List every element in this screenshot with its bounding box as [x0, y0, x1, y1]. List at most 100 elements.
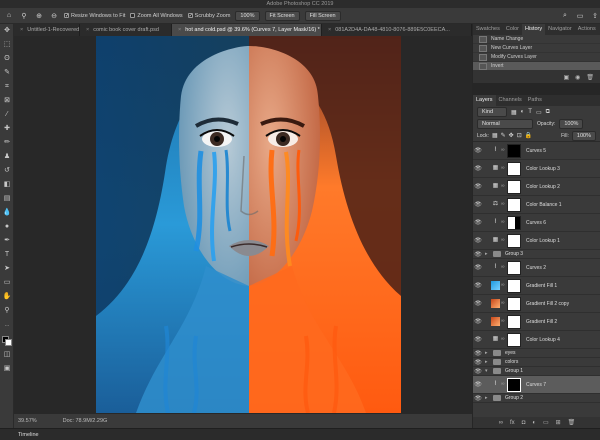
path-select-tool-icon[interactable]: ➤ [2, 264, 12, 274]
home-icon[interactable]: ⌂ [4, 11, 14, 21]
lock-all-icon[interactable]: 🔒 [525, 132, 532, 139]
resize-windows-checkbox[interactable]: ✓ Resize Windows to Fit [64, 13, 125, 19]
group-row[interactable]: 👁 ▸ eyes [473, 349, 600, 358]
fill-screen-button[interactable]: Fill Screen [304, 10, 341, 21]
group-row[interactable]: 👁 ▸ Group 3 [473, 250, 600, 259]
dodge-tool-icon[interactable]: ● [2, 222, 12, 232]
layer-style-icon[interactable]: fx [510, 420, 515, 426]
layer-row[interactable]: 👁 ∞ Gradient Fill 1 [473, 277, 600, 295]
visibility-eye-icon[interactable]: 👁 [473, 147, 483, 154]
layer-mask-thumbnail[interactable] [507, 332, 521, 347]
eraser-tool-icon[interactable]: ◧ [2, 180, 12, 190]
layer-row-selected[interactable]: 👁 ⌇ ∞ Curves 7 [473, 376, 600, 394]
frame-tool-icon[interactable]: ⊠ [2, 96, 12, 106]
visibility-eye-icon[interactable]: 👁 [473, 318, 483, 325]
doc-size-readout[interactable]: Doc: 78.9M/2.29G [63, 418, 108, 424]
lasso-tool-icon[interactable]: ʘ [2, 54, 12, 64]
expand-arrow-icon[interactable]: ▸ [485, 359, 491, 365]
group-row[interactable]: 👁 ▸ Group 2 [473, 394, 600, 403]
group-row[interactable]: 👁 ▾ Group 1 [473, 367, 600, 376]
visibility-eye-icon[interactable]: 👁 [473, 183, 483, 190]
move-tool-icon[interactable]: ✥ [2, 26, 12, 36]
layer-mask-thumbnail[interactable] [507, 296, 521, 311]
layer-row[interactable]: 👁 ▦ ∞ Color Lookup 1 [473, 232, 600, 250]
filter-adjustment-icon[interactable]: ◐ [521, 109, 525, 115]
visibility-eye-icon[interactable]: 👁 [473, 251, 483, 258]
layer-row[interactable]: 👁 ⌇ ∞ Curves 5 [473, 142, 600, 160]
share-icon[interactable]: ⇪ [590, 11, 600, 21]
close-icon[interactable]: × [178, 27, 181, 33]
layer-row[interactable]: 👁 ⌇ ∞ Curves 6 [473, 214, 600, 232]
trash-icon[interactable]: 🗑 [586, 74, 594, 81]
visibility-eye-icon[interactable]: 👁 [473, 359, 483, 366]
zoom-all-checkbox[interactable]: Zoom All Windows [130, 13, 183, 19]
blend-mode-select[interactable]: Normal [477, 119, 533, 129]
zoom-tool-icon[interactable]: ⚲ [19, 11, 29, 21]
visibility-eye-icon[interactable]: 👁 [473, 395, 483, 402]
close-icon[interactable]: × [328, 27, 331, 33]
tab-navigator[interactable]: Navigator [545, 24, 575, 35]
add-mask-icon[interactable]: ◘ [522, 420, 526, 426]
visibility-eye-icon[interactable]: 👁 [473, 201, 483, 208]
timeline-tab[interactable]: Timeline [18, 432, 39, 438]
fit-screen-button[interactable]: Fit Screen [264, 10, 300, 21]
expand-arrow-icon[interactable]: ▸ [485, 395, 491, 401]
visibility-eye-icon[interactable]: 👁 [473, 381, 483, 388]
crop-tool-icon[interactable]: ⌗ [2, 82, 12, 92]
history-item[interactable]: New Curves Layer [473, 44, 600, 53]
layer-mask-thumbnail[interactable] [507, 278, 521, 293]
screen-mode-icon[interactable]: ▣ [2, 364, 12, 374]
marquee-tool-icon[interactable]: ⬚ [2, 40, 12, 50]
zoom-100-button[interactable]: 100% [235, 10, 260, 21]
tab-paths[interactable]: Paths [525, 95, 545, 106]
filter-type-icon[interactable]: T [528, 109, 532, 115]
filter-shape-icon[interactable]: ▭ [536, 109, 542, 116]
layer-row[interactable]: 👁 ⚖ ∞ Color Balance 1 [473, 196, 600, 214]
healing-brush-icon[interactable]: ✚ [2, 124, 12, 134]
opacity-field[interactable]: 100% [559, 119, 584, 129]
zoom-in-icon[interactable]: ⊕ [34, 11, 44, 21]
expand-arrow-icon[interactable]: ▸ [485, 350, 491, 356]
history-item[interactable]: Modify Curves Layer [473, 53, 600, 62]
new-group-icon[interactable]: ▭ [543, 419, 549, 426]
layer-mask-thumbnail[interactable] [507, 143, 521, 158]
visibility-eye-icon[interactable]: 👁 [473, 237, 483, 244]
doc-tab[interactable]: × comic book cover draft.psd [80, 24, 172, 36]
tab-swatches[interactable]: Swatches [473, 24, 503, 35]
blur-tool-icon[interactable]: 💧 [2, 208, 12, 218]
layer-mask-thumbnail[interactable] [507, 197, 521, 212]
quick-select-tool-icon[interactable]: ✎ [2, 68, 12, 78]
document-canvas-image[interactable] [96, 36, 401, 413]
zoom-readout[interactable]: 39.57% [18, 418, 37, 424]
layer-mask-thumbnail[interactable] [507, 377, 521, 392]
history-item-selected[interactable]: Invert [473, 62, 600, 71]
layer-row[interactable]: 👁 ▦ ∞ Color Lookup 2 [473, 178, 600, 196]
filter-smart-icon[interactable]: ⧉ [546, 109, 550, 116]
fill-field[interactable]: 100% [571, 130, 596, 141]
trash-icon[interactable]: 🗑 [568, 419, 576, 426]
search-icon[interactable]: ⌕ [560, 11, 570, 21]
group-row[interactable]: 👁 ▸ colors [473, 358, 600, 367]
tab-channels[interactable]: Channels [496, 95, 525, 106]
scrubby-zoom-checkbox[interactable]: ✓ Scrubby Zoom [187, 13, 230, 19]
lock-move-icon[interactable]: ✥ [509, 132, 514, 139]
layer-mask-thumbnail[interactable] [507, 179, 521, 194]
clone-stamp-icon[interactable]: ♟ [2, 152, 12, 162]
doc-tab[interactable]: × 081A2D4A-DA48-4810-8076-889E5C0EECA... [322, 24, 472, 36]
pen-tool-icon[interactable]: ✒ [2, 236, 12, 246]
visibility-eye-icon[interactable]: 👁 [473, 165, 483, 172]
visibility-eye-icon[interactable]: 👁 [473, 300, 483, 307]
history-item[interactable]: Name Change [473, 35, 600, 44]
quick-mask-icon[interactable]: ◫ [2, 350, 12, 360]
tab-actions[interactable]: Actions [575, 24, 599, 35]
expand-arrow-icon[interactable]: ▾ [485, 368, 491, 374]
gradient-tool-icon[interactable]: ▤ [2, 194, 12, 204]
history-brush-icon[interactable]: ↺ [2, 166, 12, 176]
lock-paint-icon[interactable]: ✎ [501, 132, 506, 139]
lock-artboard-icon[interactable]: ⊡ [517, 132, 522, 139]
layer-mask-thumbnail[interactable] [507, 215, 521, 230]
zoom-tool-icon[interactable]: ⚲ [2, 306, 12, 316]
eyedropper-tool-icon[interactable]: ⁄ [2, 110, 12, 120]
workspace-icon[interactable]: ▭ [575, 11, 585, 21]
brush-tool-icon[interactable]: ✏ [2, 138, 12, 148]
